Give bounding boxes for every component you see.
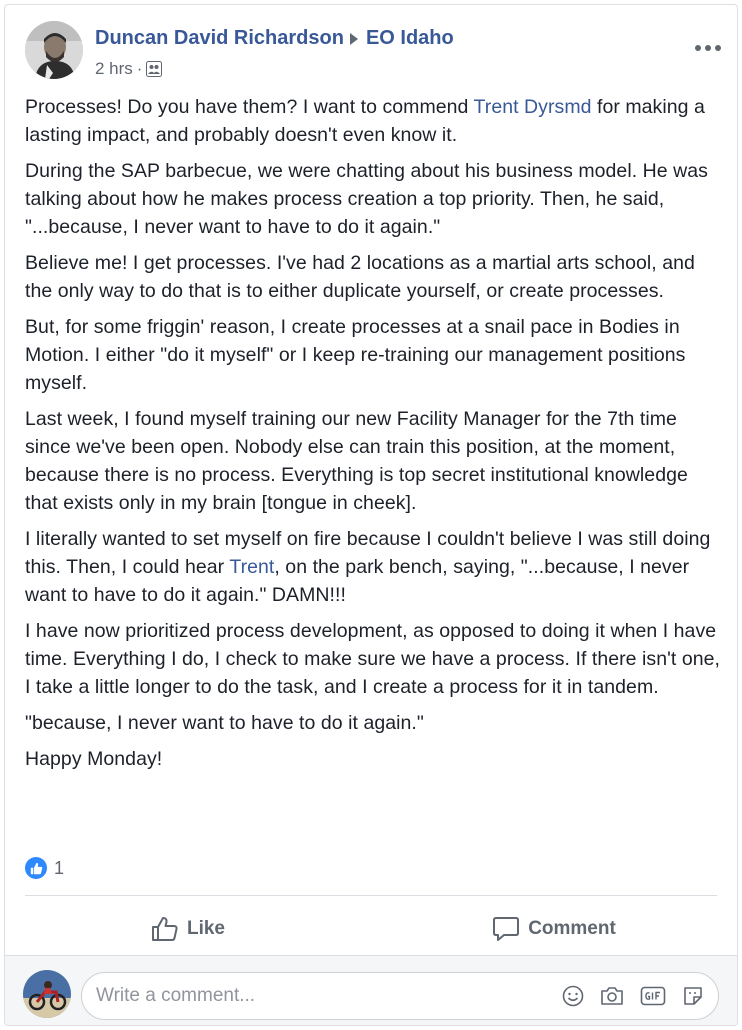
post-timestamp[interactable]: 2 hrs [95,59,133,79]
reaction-count: 1 [54,857,65,878]
mention-link[interactable]: Trent Dyrsmd [474,96,592,118]
post-paragraph: During the SAP barbecue, we were chattin… [25,157,725,241]
group-name[interactable]: EO Idaho [366,27,454,50]
sticker-icon[interactable] [682,985,704,1007]
post-text: But, for some friggin' reason, I create … [25,316,686,394]
post-text: Believe me! I get processes. I've had 2 … [25,252,695,302]
post-text: Happy Monday! [25,748,163,770]
meta-separator: · [136,59,143,78]
post-meta: 2 hrs · [95,59,163,79]
emoji-icon[interactable] [562,985,584,1007]
author-name[interactable]: Duncan David Richardson [95,27,344,50]
commenter-avatar[interactable] [23,970,71,1018]
comment-composer [5,955,737,1025]
group-audience-icon[interactable] [146,61,163,77]
post-header: Duncan David Richardson EO Idaho 2 hrs · [25,21,737,83]
comment-input-wrapper [81,972,719,1020]
post-text: During the SAP barbecue, we were chattin… [25,160,708,238]
speech-bubble-icon [493,917,520,941]
thumbs-up-icon [151,917,178,941]
post-paragraph: But, for some friggin' reason, I create … [25,313,725,397]
post-paragraph: Happy Monday! [25,745,725,773]
author-avatar[interactable] [25,21,83,79]
comment-tools [546,985,704,1007]
gif-icon[interactable] [640,985,666,1007]
like-reaction-icon [25,857,47,879]
reactions-summary[interactable]: 1 [25,857,64,879]
comment-button[interactable]: Comment [371,901,737,957]
comment-label: Comment [528,918,616,939]
post-paragraph: Believe me! I get processes. I've had 2 … [25,249,725,305]
post-text: I have now prioritized process developme… [25,620,720,698]
post-card: Duncan David Richardson EO Idaho 2 hrs · [4,4,738,1026]
author-line: Duncan David Richardson EO Idaho [95,27,454,50]
post-paragraph: I literally wanted to set myself on fire… [25,525,725,609]
post-text: "because, I never want to have to do it … [25,712,424,734]
divider [25,895,717,896]
camera-icon[interactable] [600,985,624,1007]
post-paragraph: I have now prioritized process developme… [25,617,725,701]
post-paragraph: Last week, I found myself training our n… [25,405,725,517]
mention-link[interactable]: Trent [229,556,274,578]
post-actions: Like Comment [5,901,737,957]
post-paragraph: Processes! Do you have them? I want to c… [25,93,725,149]
triangle-right-icon [349,32,358,45]
post-body: Processes! Do you have them? I want to c… [25,93,725,781]
post-text: Last week, I found myself training our n… [25,408,688,514]
like-button[interactable]: Like [5,901,371,957]
more-options-icon[interactable] [695,43,721,53]
post-text: Processes! Do you have them? I want to c… [25,96,474,118]
like-label: Like [186,918,226,939]
post-paragraph: "because, I never want to have to do it … [25,709,725,737]
comment-input[interactable] [96,985,546,1007]
